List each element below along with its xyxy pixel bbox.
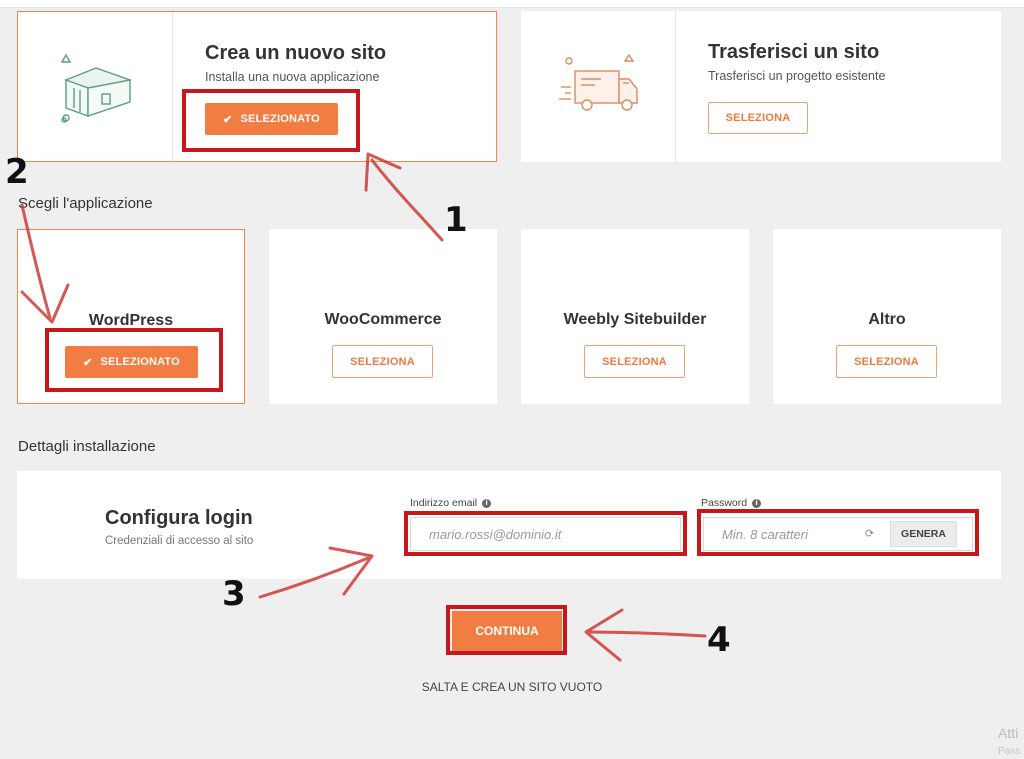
show-password-icon[interactable]: ⟳	[865, 527, 874, 540]
continue-button[interactable]: CONTINUA	[452, 611, 562, 651]
login-subtitle: Credenziali di accesso al sito	[105, 535, 254, 547]
card-divider	[675, 11, 676, 162]
top-bar	[0, 0, 1024, 8]
create-site-card[interactable]: Crea un nuovo sito Installa una nuova ap…	[17, 11, 497, 162]
button-label: SELEZIONA	[350, 355, 415, 368]
info-icon: i	[752, 498, 762, 508]
woocommerce-select-button[interactable]: SELEZIONA	[332, 345, 433, 378]
activation-watermark-sub: Pass	[998, 746, 1021, 757]
skip-link[interactable]: SALTA E CREA UN SITO VUOTO	[0, 680, 1024, 694]
create-site-selected-button[interactable]: ✔ SELEZIONATO	[205, 103, 338, 135]
email-label-text: Indirizzo email	[410, 497, 478, 509]
transfer-site-select-button[interactable]: SELEZIONA	[708, 102, 808, 134]
install-details-label: Dettagli installazione	[18, 438, 156, 455]
button-label: SELEZIONATO	[240, 113, 320, 125]
login-title: Configura login	[105, 507, 253, 529]
app-name: Altro	[868, 311, 906, 328]
arrow-4	[586, 630, 707, 638]
activation-watermark: Atti	[998, 725, 1019, 741]
email-label: Indirizzo email i	[410, 497, 492, 509]
create-site-title: Crea un nuovo sito	[205, 42, 387, 64]
app-name: WooCommerce	[324, 311, 442, 328]
button-label: SELEZIONA	[725, 112, 791, 124]
app-card-weebly[interactable]: Weebly Sitebuilder SELEZIONA	[521, 229, 749, 404]
info-icon: i	[482, 498, 492, 508]
house-icon	[52, 50, 142, 130]
button-label: SELEZIONA	[602, 355, 667, 368]
altro-select-button[interactable]: SELEZIONA	[836, 345, 937, 378]
app-name: Weebly Sitebuilder	[563, 311, 707, 328]
annotation-number-3: 3	[222, 574, 246, 614]
arrow-1	[370, 158, 444, 242]
transfer-site-title: Trasferisci un sito	[708, 41, 880, 63]
button-label: SELEZIONATO	[100, 356, 180, 368]
login-config-card: Configura login Credenziali di accesso a…	[17, 471, 1001, 579]
check-icon: ✔	[223, 113, 233, 126]
button-label: CONTINUA	[475, 624, 539, 638]
annotation-number-1: 1	[444, 200, 468, 240]
create-site-subtitle: Installa una nuova applicazione	[205, 70, 380, 84]
card-divider	[172, 12, 173, 161]
password-label-text: Password	[701, 497, 748, 509]
truck-icon	[557, 51, 647, 131]
app-card-woocommerce[interactable]: WooCommerce SELEZIONA	[269, 229, 497, 404]
skip-label[interactable]: SALTA E CREA UN SITO VUOTO	[422, 680, 603, 694]
arrow-4-head	[584, 608, 624, 662]
check-icon: ✔	[83, 356, 93, 369]
transfer-site-card[interactable]: Trasferisci un sito Trasferisci un proge…	[521, 11, 1001, 162]
annotation-number-2: 2	[5, 152, 29, 192]
button-label: GENERA	[901, 528, 946, 540]
app-card-altro[interactable]: Altro SELEZIONA	[773, 229, 1001, 404]
choose-app-label: Scegli l'applicazione	[18, 195, 153, 212]
email-field[interactable]	[410, 517, 681, 551]
app-card-wordpress[interactable]: WordPress ✔ SELEZIONATO	[17, 229, 245, 404]
password-label: Password i	[701, 497, 762, 509]
transfer-site-subtitle: Trasferisci un progetto esistente	[708, 69, 886, 83]
button-label: SELEZIONA	[854, 355, 919, 368]
weebly-select-button[interactable]: SELEZIONA	[584, 345, 685, 378]
app-name: WordPress	[88, 312, 174, 329]
generate-password-button[interactable]: GENERA	[890, 521, 957, 547]
annotation-number-4: 4	[707, 620, 731, 660]
wordpress-selected-button[interactable]: ✔ SELEZIONATO	[65, 346, 198, 378]
